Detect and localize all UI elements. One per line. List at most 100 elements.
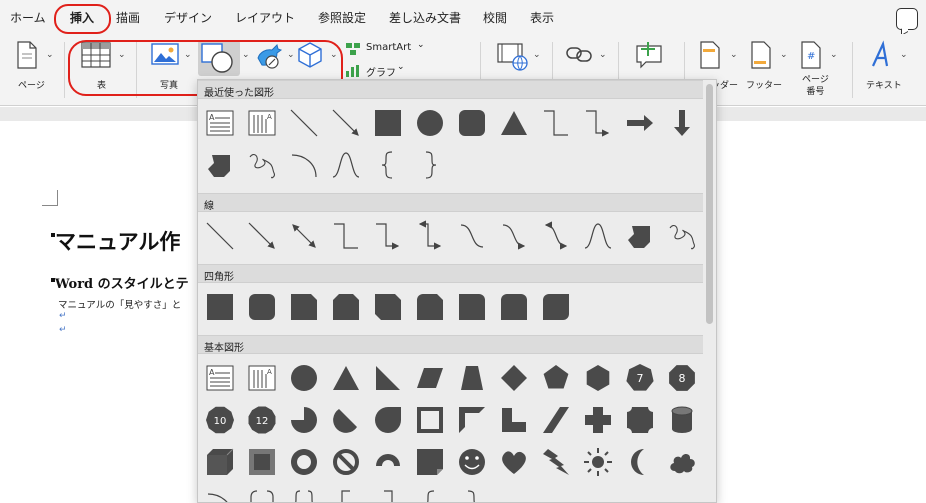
shape-octagon-icon[interactable]: 8 xyxy=(666,362,698,394)
shape-elbow-arrow-connector-icon[interactable] xyxy=(582,107,614,139)
shape-text-box-icon[interactable]: A xyxy=(204,362,236,394)
shape-sun-icon[interactable] xyxy=(582,446,614,478)
shape-snip-diagonal-corner-rectangle-icon[interactable] xyxy=(372,291,404,323)
shape-scribble-icon[interactable] xyxy=(246,149,278,181)
chevron-down-icon[interactable]: ⌄ xyxy=(780,50,788,60)
shape-teardrop-icon[interactable] xyxy=(372,404,404,436)
shape-heart-icon[interactable] xyxy=(498,446,530,478)
shape-half-frame-icon[interactable] xyxy=(456,404,488,436)
shape-curve-icon[interactable] xyxy=(582,220,614,252)
shape-arc-icon[interactable] xyxy=(288,149,320,181)
shape-right-brace-icon[interactable] xyxy=(456,488,488,502)
chevron-down-icon[interactable]: ⌄ xyxy=(533,50,541,60)
page-number-button[interactable]: # xyxy=(798,40,824,74)
media-button[interactable] xyxy=(496,40,530,76)
shape-scribble-icon[interactable] xyxy=(666,220,698,252)
new-comment-button[interactable] xyxy=(634,40,666,74)
chevron-down-icon[interactable]: ⌄ xyxy=(599,50,607,60)
shape-arrow-icon[interactable] xyxy=(330,107,362,139)
shape-hexagon-icon[interactable] xyxy=(582,362,614,394)
tab-review[interactable]: 校閲 xyxy=(483,9,507,26)
shape-curved-double-arrow-connector-icon[interactable] xyxy=(540,220,572,252)
shape-freeform-icon[interactable] xyxy=(624,220,656,252)
panel-scrollbar[interactable] xyxy=(706,84,713,324)
shape-round-same-side-corner-rectangle-icon[interactable] xyxy=(498,291,530,323)
shape-plus-icon[interactable] xyxy=(582,404,614,436)
tab-layout[interactable]: レイアウト xyxy=(235,9,295,26)
shape-block-arc-icon[interactable] xyxy=(372,446,404,478)
shape-diagonal-stripe-icon[interactable] xyxy=(540,404,572,436)
tab-view[interactable]: 表示 xyxy=(530,9,554,26)
document-paragraph[interactable]: マニュアルの「見やすさ」と xyxy=(58,297,181,311)
shape-right-triangle-icon[interactable] xyxy=(372,362,404,394)
shape-oval-icon[interactable] xyxy=(414,107,446,139)
shape-heptagon-icon[interactable]: 7 xyxy=(624,362,656,394)
shape-decagon-icon[interactable]: 10 xyxy=(204,404,236,436)
shape-elbow-connector-icon[interactable] xyxy=(540,107,572,139)
shape-triangle-icon[interactable] xyxy=(498,107,530,139)
shape-triangle-icon[interactable] xyxy=(330,362,362,394)
link-button[interactable] xyxy=(564,40,594,72)
shape-trapezoid-icon[interactable] xyxy=(456,362,488,394)
shape-curved-arrow-connector-icon[interactable] xyxy=(498,220,530,252)
shape-rectangle-icon[interactable] xyxy=(372,107,404,139)
tab-mailings[interactable]: 差し込み文書 xyxy=(389,9,461,26)
shape-folded-corner-icon[interactable] xyxy=(414,446,446,478)
shape-cube-icon[interactable] xyxy=(204,446,236,478)
shape-double-bracket-icon[interactable] xyxy=(246,488,278,502)
footer-button[interactable] xyxy=(748,40,774,74)
shape-vertical-text-box-icon[interactable]: A xyxy=(246,362,278,394)
shape-right-brace-icon[interactable] xyxy=(414,149,446,181)
chevron-down-icon[interactable]: ⌄ xyxy=(730,50,738,60)
shape-parallelogram-icon[interactable] xyxy=(414,362,446,394)
shape-snip-same-side-corner-rectangle-icon[interactable] xyxy=(330,291,362,323)
shape-line-icon[interactable] xyxy=(288,107,320,139)
shape-arrow-icon[interactable] xyxy=(246,220,278,252)
shape-smiley-face-icon[interactable] xyxy=(456,446,488,478)
tab-references[interactable]: 参照設定 xyxy=(318,9,366,26)
shape-oval-icon[interactable] xyxy=(288,362,320,394)
shape-arc-icon[interactable] xyxy=(204,488,236,502)
textbox-button[interactable] xyxy=(868,40,896,74)
shape-pentagon-icon[interactable] xyxy=(540,362,572,394)
shape-round-diagonal-corner-rectangle-icon[interactable] xyxy=(540,291,572,323)
comment-icon[interactable] xyxy=(896,8,918,30)
shape-chord-icon[interactable] xyxy=(330,404,362,436)
shape-right-arrow-icon[interactable] xyxy=(624,107,656,139)
shape-pie-icon[interactable] xyxy=(288,404,320,436)
tab-draw[interactable]: 描画 xyxy=(116,9,140,26)
shape-curve-icon[interactable] xyxy=(330,149,362,181)
shape-moon-icon[interactable] xyxy=(624,446,656,478)
shape-snip-and-round-single-corner-rectangle-icon[interactable] xyxy=(414,291,446,323)
shape-plaque-icon[interactable] xyxy=(624,404,656,436)
shape-double-brace-icon[interactable] xyxy=(288,488,320,502)
shape-donut-icon[interactable] xyxy=(288,446,320,478)
shape-line-icon[interactable] xyxy=(204,220,236,252)
chevron-down-icon[interactable]: ⌄ xyxy=(900,50,908,60)
shape-double-arrow-icon[interactable] xyxy=(288,220,320,252)
shape-no-symbol-icon[interactable] xyxy=(330,446,362,478)
tab-design[interactable]: デザイン xyxy=(164,9,212,26)
shape-rectangle-icon[interactable] xyxy=(204,291,236,323)
document-heading-2[interactable]: Word のスタイルとテ xyxy=(55,273,189,292)
shape-text-box-icon[interactable]: A xyxy=(204,107,236,139)
tab-home[interactable]: ホーム xyxy=(10,9,46,26)
shape-round-single-corner-rectangle-icon[interactable] xyxy=(456,291,488,323)
shape-curved-connector-icon[interactable] xyxy=(456,220,488,252)
shape-left-brace-icon[interactable] xyxy=(414,488,446,502)
shape-elbow-connector-icon[interactable] xyxy=(330,220,362,252)
chevron-down-icon[interactable]: ⌄ xyxy=(830,50,838,60)
shape-right-bracket-icon[interactable] xyxy=(372,488,404,502)
shape-dodecagon-icon[interactable]: 12 xyxy=(246,404,278,436)
header-button[interactable] xyxy=(697,40,723,74)
shape-down-arrow-icon[interactable] xyxy=(666,107,698,139)
shape-left-brace-icon[interactable] xyxy=(372,149,404,181)
shape-lightning-bolt-icon[interactable] xyxy=(540,446,572,478)
shape-bevel-icon[interactable] xyxy=(246,446,278,478)
shape-frame-icon[interactable] xyxy=(414,404,446,436)
shape-snip-single-corner-rectangle-icon[interactable] xyxy=(288,291,320,323)
shape-freeform-icon[interactable] xyxy=(204,149,236,181)
shape-can-icon[interactable] xyxy=(666,404,698,436)
shape-left-bracket-icon[interactable] xyxy=(330,488,362,502)
page-button[interactable] xyxy=(14,40,40,74)
